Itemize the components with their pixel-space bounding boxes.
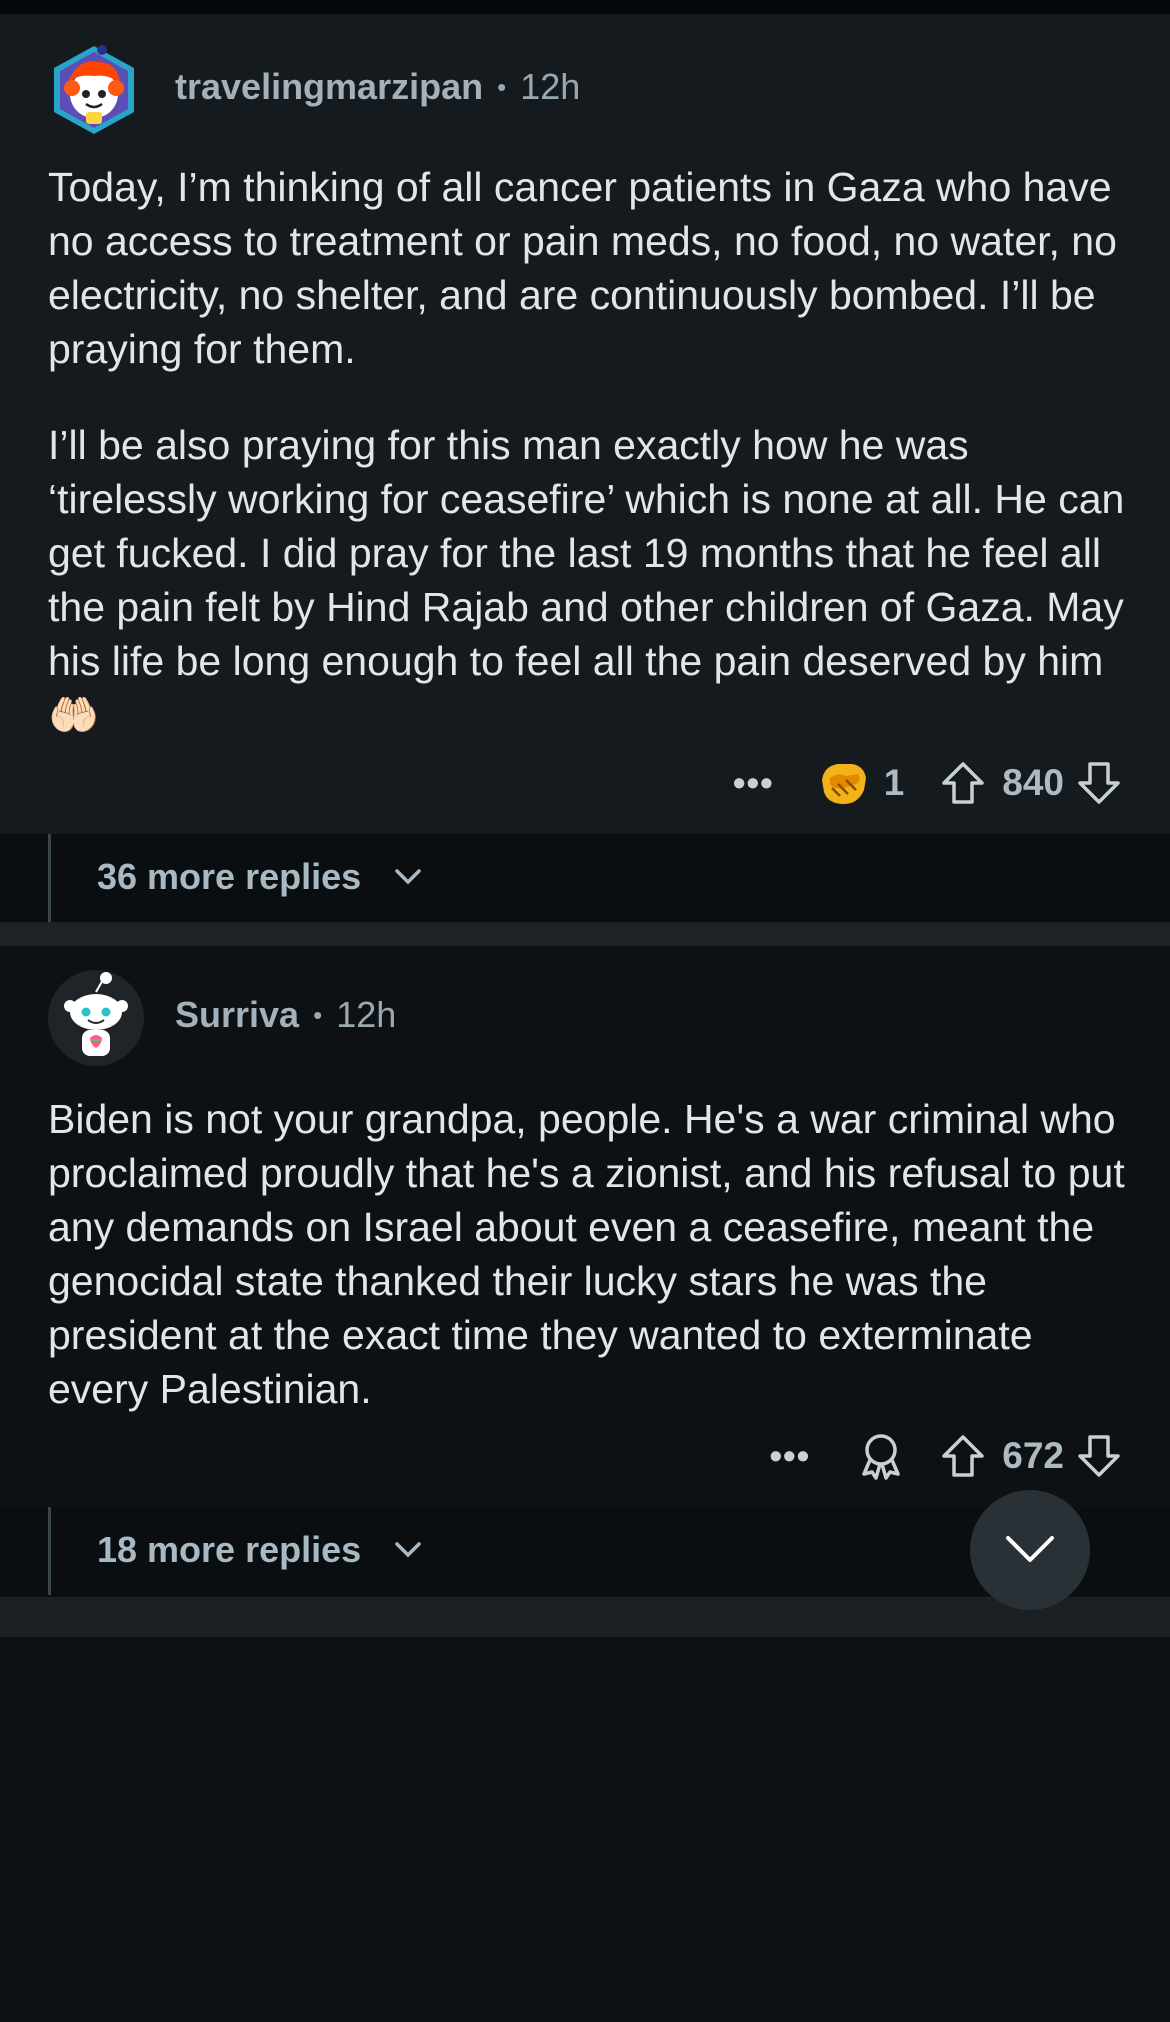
meta-separator: • <box>497 71 507 102</box>
comment-2: Surriva • 12h Biden is not your grandpa,… <box>0 946 1170 2022</box>
comment-meta: travelingmarzipan • 12h <box>175 66 580 108</box>
vote-controls: 840 <box>940 760 1122 806</box>
avatar-snoo-white <box>48 970 144 1066</box>
comment-meta: Surriva • 12h <box>175 994 396 1036</box>
award-count: 1 <box>883 762 905 803</box>
award-outline-icon <box>862 1434 901 1480</box>
comment-actions: ••• 1 840 <box>733 758 1122 808</box>
more-replies-button[interactable]: 18 more replies <box>97 1529 423 1571</box>
downvote-icon[interactable] <box>1076 760 1122 806</box>
upvote-icon[interactable] <box>940 760 986 806</box>
comment-divider <box>0 922 1170 946</box>
user-avatar[interactable] <box>48 970 144 1066</box>
downvote-icon[interactable] <box>1076 1433 1122 1479</box>
comment-body: Biden is not your grandpa, people. He's … <box>48 1092 1138 1416</box>
username[interactable]: travelingmarzipan <box>175 66 483 108</box>
score: 840 <box>1002 762 1064 803</box>
avatar-snoo-orange <box>54 45 134 134</box>
comment-paragraph: Today, I’m thinking of all cancer patien… <box>48 164 1117 372</box>
award-handshake-icon <box>821 764 866 804</box>
user-avatar[interactable] <box>48 44 140 136</box>
username[interactable]: Surriva <box>175 994 299 1036</box>
comment-body: Today, I’m thinking of all cancer patien… <box>48 160 1138 742</box>
scroll-down-icon <box>1006 1536 1054 1562</box>
meta-separator: • <box>313 999 323 1030</box>
more-replies-button[interactable]: 36 more replies <box>97 856 423 898</box>
more-replies-label: 36 more replies <box>97 856 362 897</box>
top-strip <box>0 0 1170 14</box>
thread-line <box>48 834 51 922</box>
chevron-down-icon <box>395 1542 421 1558</box>
award-button[interactable]: 1 <box>818 758 905 808</box>
comment-1: travelingmarzipan • 12h Today, I’m think… <box>0 14 1170 834</box>
comment-actions: ••• 672 <box>769 1432 1122 1480</box>
scroll-down-button[interactable] <box>970 1490 1090 1610</box>
score: 672 <box>1002 1435 1064 1476</box>
more-options-button[interactable]: ••• <box>769 1435 810 1477</box>
chevron-down-icon <box>395 869 421 885</box>
comment-paragraph: I’ll be also praying for this man exactl… <box>48 422 1125 738</box>
more-options-button[interactable]: ••• <box>733 762 774 804</box>
timestamp: 12h <box>336 994 397 1035</box>
more-replies-label: 18 more replies <box>97 1529 362 1570</box>
award-button[interactable] <box>858 1432 904 1480</box>
timestamp: 12h <box>520 66 581 107</box>
thread-line <box>48 1507 51 1595</box>
comment-paragraph: Biden is not your grandpa, people. He's … <box>48 1096 1125 1412</box>
bottom-strip <box>0 1597 1170 1637</box>
vote-controls: 672 <box>940 1433 1122 1479</box>
upvote-icon[interactable] <box>940 1433 986 1479</box>
more-replies-row[interactable]: 36 more replies <box>0 834 1170 922</box>
